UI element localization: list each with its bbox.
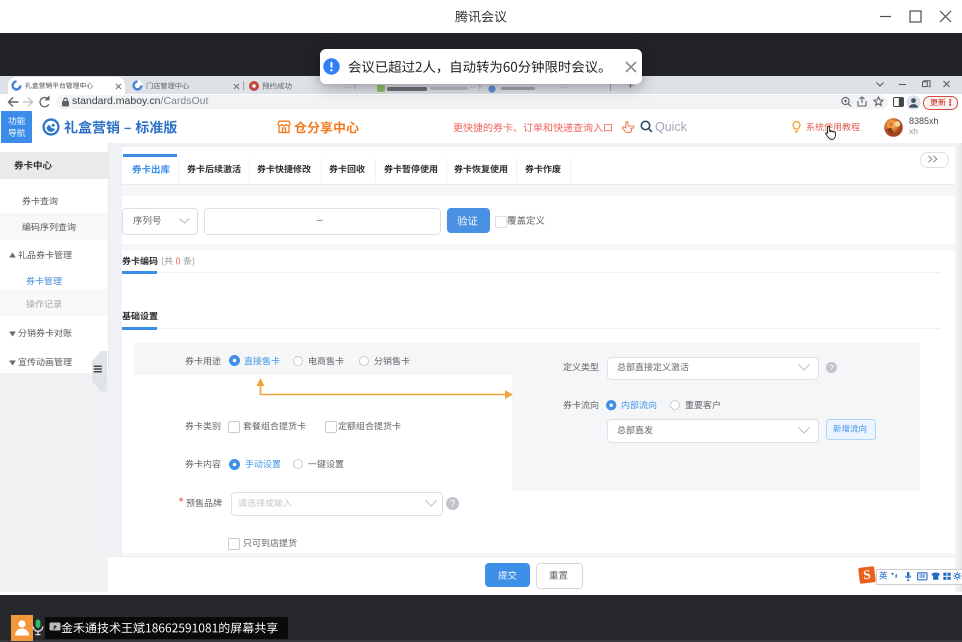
- svg-text:?: ?: [829, 363, 834, 372]
- svg-text:?: ?: [449, 499, 455, 510]
